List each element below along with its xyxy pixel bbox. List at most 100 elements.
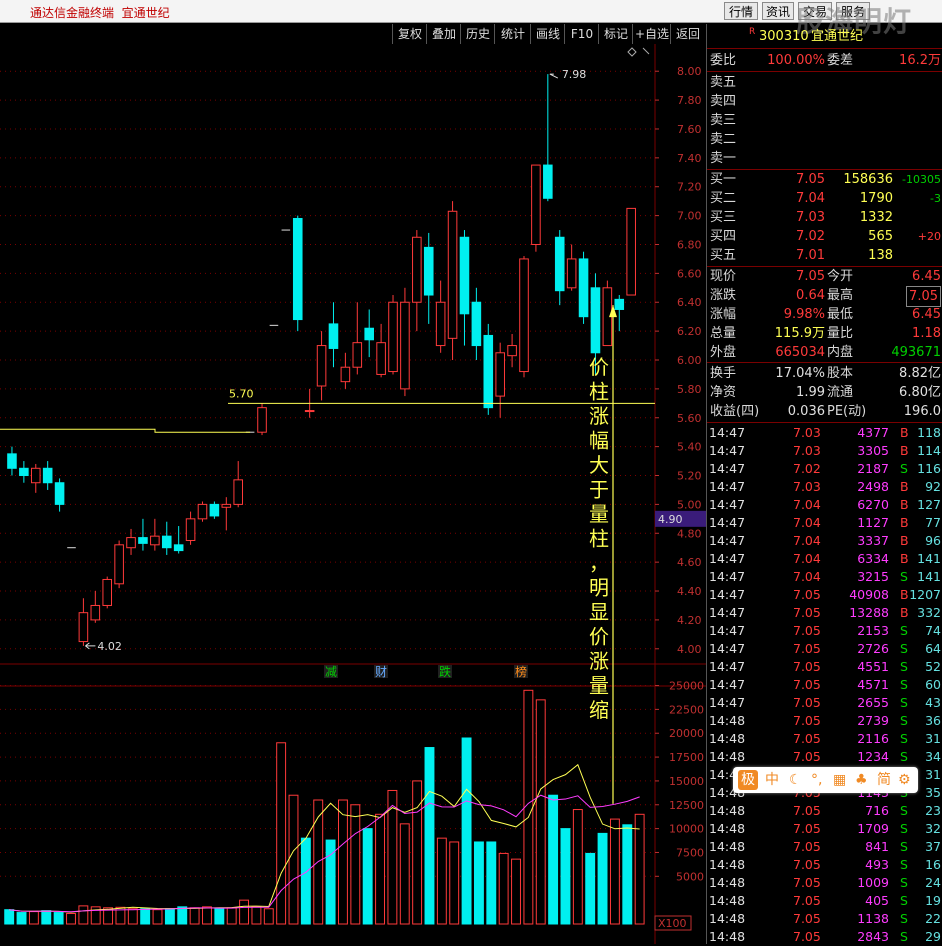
tick-direction: S bbox=[900, 623, 908, 638]
tick-time: 14:48 bbox=[709, 803, 746, 818]
quote-value: 6.45 bbox=[912, 307, 941, 322]
stats-button[interactable]: 统计 bbox=[494, 24, 531, 44]
annotation-char: 于 bbox=[589, 478, 609, 502]
trade-tick-row: 14:48 7.05 405 S 19 bbox=[707, 892, 942, 910]
tick-volume: 4377 bbox=[857, 425, 889, 440]
tick-price: 7.05 bbox=[793, 623, 821, 638]
tick-volume: 1009 bbox=[857, 875, 889, 890]
price-tick-label: 6.60 bbox=[677, 267, 702, 280]
ask-row: 卖四 bbox=[707, 92, 942, 111]
volume-bar bbox=[622, 824, 633, 925]
quote-label: 量比 bbox=[827, 326, 854, 341]
tick-count: 64 bbox=[925, 641, 941, 656]
bid-volume: 565 bbox=[868, 229, 893, 244]
tick-direction: B bbox=[900, 605, 909, 620]
tick-count: 19 bbox=[925, 893, 941, 908]
candle-body bbox=[90, 604, 101, 621]
add-favorite-button[interactable]: +自选 bbox=[632, 24, 671, 44]
ime-punct-icon[interactable]: °, bbox=[811, 770, 822, 790]
f10-button[interactable]: F10 bbox=[564, 24, 599, 44]
tick-direction: B bbox=[900, 515, 909, 530]
candle-body bbox=[543, 164, 553, 199]
kline-chart[interactable]: 8.00 7.80 7.60 7.40 7.20 7.00 6.80 6.60 6.40 6.20… bbox=[0, 44, 706, 944]
candle-body bbox=[364, 327, 374, 341]
trade-tick-row: 14:48 7.05 841 S 37 bbox=[707, 838, 942, 856]
draw-line-button[interactable]: 画线 bbox=[530, 24, 565, 44]
market-button[interactable]: 行情 bbox=[724, 2, 758, 20]
ime-keyboard-icon[interactable]: ▦ bbox=[833, 770, 846, 790]
volume-bar bbox=[486, 841, 497, 925]
price-tick-label: 6.40 bbox=[677, 296, 702, 309]
bid-volume: 1790 bbox=[859, 191, 893, 206]
overlay-button[interactable]: 叠加 bbox=[426, 24, 461, 44]
ime-logo-icon[interactable]: 极 bbox=[738, 770, 758, 790]
current-price-label: 4.90 bbox=[658, 513, 683, 526]
volume-tick-label: 17500 bbox=[669, 751, 704, 764]
annotation-char: 涨 bbox=[589, 404, 609, 428]
candle-body bbox=[590, 287, 601, 354]
price-tick-label: 5.20 bbox=[677, 470, 702, 483]
fund-value: 8.82亿 bbox=[899, 366, 941, 381]
annotation-char: 缩 bbox=[589, 698, 609, 722]
ime-halfwidth-icon[interactable]: ☾ bbox=[789, 770, 802, 790]
tick-direction: S bbox=[900, 641, 908, 656]
tick-price: 7.05 bbox=[793, 875, 821, 890]
tick-volume: 1709 bbox=[857, 821, 889, 836]
tick-price: 7.02 bbox=[793, 461, 821, 476]
tick-time: 14:47 bbox=[709, 443, 746, 458]
trade-tick-row: 14:47 7.05 2726 S 64 bbox=[707, 640, 942, 658]
price-tick-label: 7.40 bbox=[677, 152, 702, 165]
trade-tick-row: 14:47 7.05 40908 B 1207 bbox=[707, 586, 942, 604]
annotation-char: 量 bbox=[589, 674, 609, 698]
trade-tick-row: 14:47 7.05 13288 B 332 bbox=[707, 604, 942, 622]
tick-price: 7.05 bbox=[793, 857, 821, 872]
ime-chinese-icon[interactable]: 中 bbox=[765, 770, 779, 790]
ime-settings-icon[interactable]: ⚙ bbox=[898, 770, 911, 790]
event-marker: 跌 bbox=[439, 664, 451, 679]
news-button[interactable]: 资讯 bbox=[762, 2, 794, 20]
candle-body bbox=[304, 410, 315, 413]
tick-time: 14:47 bbox=[709, 461, 746, 476]
annotation-char: 柱 bbox=[589, 527, 609, 551]
trade-tick-row: 14:48 7.05 1138 S 22 bbox=[707, 910, 942, 928]
annotation-char: 显 bbox=[589, 600, 609, 624]
tick-direction: S bbox=[900, 749, 908, 764]
fund-value: 196.0 bbox=[903, 404, 941, 419]
trade-tick-row: 14:47 7.02 2187 S 116 bbox=[707, 460, 942, 478]
price-tick-label: 6.80 bbox=[677, 238, 702, 251]
ime-skin-icon[interactable]: ♣ bbox=[855, 770, 868, 790]
tick-volume: 3305 bbox=[857, 443, 889, 458]
tick-time: 14:48 bbox=[709, 857, 746, 872]
fund-label: PE(动) bbox=[827, 404, 867, 419]
volume-bar bbox=[511, 858, 521, 925]
quote-label: 最低 bbox=[827, 307, 854, 322]
tick-price: 7.05 bbox=[793, 641, 821, 656]
candle-body bbox=[42, 467, 53, 484]
price-tick-label: 7.60 bbox=[677, 123, 702, 136]
volume-bar bbox=[498, 852, 509, 925]
quote-label: 外盘 bbox=[710, 345, 737, 360]
tick-count: 332 bbox=[917, 605, 941, 620]
volume-bar bbox=[609, 818, 620, 925]
tick-count: 43 bbox=[925, 695, 941, 710]
tick-count: 77 bbox=[925, 515, 941, 530]
volume-bar bbox=[4, 909, 15, 925]
candle-body bbox=[412, 236, 422, 303]
tick-volume: 1127 bbox=[857, 515, 889, 530]
tick-time: 14:47 bbox=[709, 479, 746, 494]
mark-button[interactable]: 标记 bbox=[598, 24, 633, 44]
history-button[interactable]: 历史 bbox=[460, 24, 495, 44]
tick-volume: 13288 bbox=[849, 605, 889, 620]
tick-time: 14:47 bbox=[709, 677, 746, 692]
restore-rights-button[interactable]: 复权 bbox=[392, 24, 427, 44]
price-tick-label: 5.40 bbox=[677, 441, 702, 454]
bid-label: 买二 bbox=[710, 191, 737, 206]
back-button[interactable]: 返回 bbox=[670, 24, 705, 44]
volume-bar bbox=[127, 908, 138, 925]
tick-count: 35 bbox=[925, 785, 941, 800]
ime-toolbar[interactable]: 极 中 ☾ °, ▦ ♣ 简 ⚙ bbox=[733, 767, 918, 793]
tick-volume: 4551 bbox=[857, 659, 889, 674]
tick-direction: B bbox=[900, 497, 909, 512]
ime-simplified-icon[interactable]: 简 bbox=[877, 770, 891, 790]
tick-count: 127 bbox=[917, 497, 941, 512]
